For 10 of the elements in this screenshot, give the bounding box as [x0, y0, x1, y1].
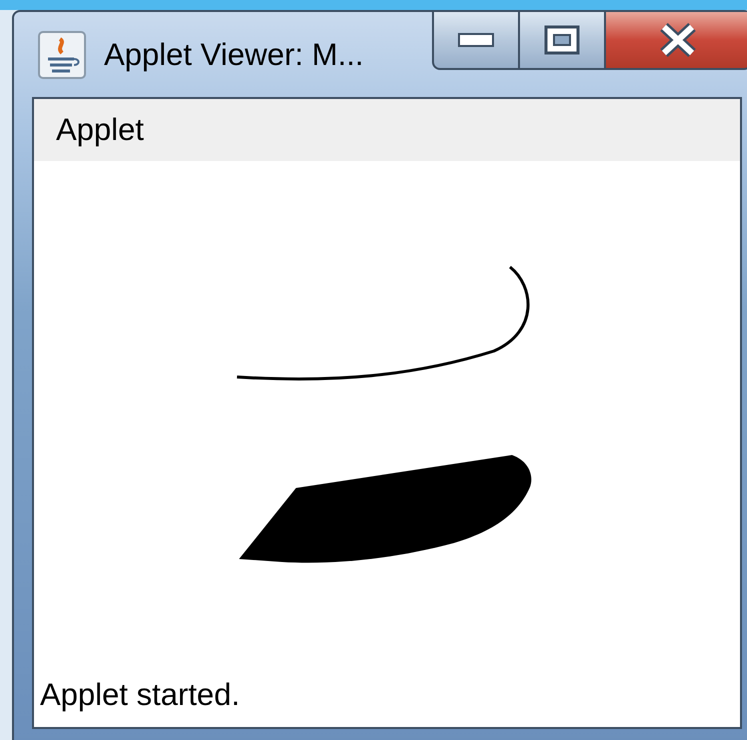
- status-text: Applet started.: [39, 677, 241, 713]
- minimize-button[interactable]: [432, 12, 520, 70]
- menu-item[interactable]: Applet: [56, 112, 144, 148]
- close-icon: [658, 23, 698, 57]
- window-title: Applet Viewer: M...: [104, 36, 364, 72]
- close-button[interactable]: [606, 12, 747, 70]
- coffee-cup-icon: [38, 30, 86, 78]
- maximize-button[interactable]: [520, 12, 606, 70]
- maximize-icon: [544, 25, 580, 55]
- minimize-icon: [458, 33, 494, 47]
